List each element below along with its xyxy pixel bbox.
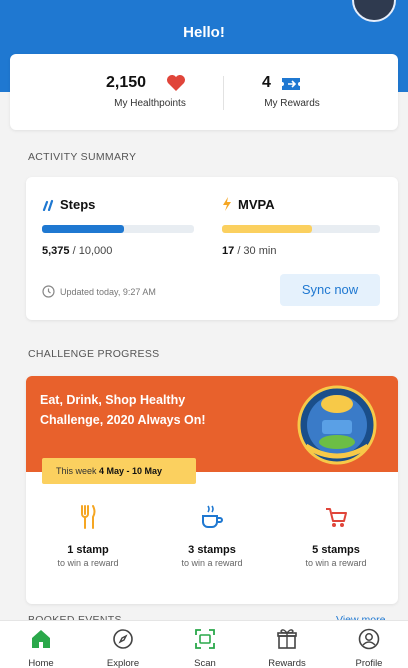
nav-label: Scan <box>194 658 216 668</box>
stamp-subtext: to win a reward <box>57 558 119 568</box>
nav-label: Explore <box>106 658 140 668</box>
heart-icon <box>167 75 185 91</box>
nav-label: Rewards <box>268 658 306 668</box>
week-label: This week <box>56 466 97 476</box>
healthpoints-rewards-card: 2,150 My Healthpoints 4 My Rewards <box>10 54 398 130</box>
challenge-title: Eat, Drink, Shop Healthy Challenge, 2020… <box>40 393 206 427</box>
challenge-logo <box>297 385 377 465</box>
challenge-section-title: CHALLENGE PROGRESS <box>28 348 160 360</box>
nav-scan[interactable]: Scan <box>164 621 246 668</box>
stamp-count: 3 stamps <box>188 544 236 556</box>
week-range-pill: This week 4 May - 10 May <box>42 458 196 484</box>
healthpoints-label: My Healthpoints <box>114 98 186 109</box>
challenge-card[interactable]: Eat, Drink, Shop Healthy Challenge, 2020… <box>26 376 398 604</box>
compass-icon <box>113 629 133 649</box>
lightning-icon <box>223 197 231 211</box>
steps-value: 5,375 / 10,000 <box>42 245 113 257</box>
nav-label: Profile <box>355 658 383 668</box>
clock-icon <box>42 285 55 298</box>
home-icon <box>32 630 50 648</box>
steps-icon <box>42 199 54 211</box>
rewards-summary[interactable]: 4 My Rewards <box>204 54 398 130</box>
mvpa-progress-fill <box>222 225 312 233</box>
profile-icon <box>358 628 380 650</box>
week-range: 4 May - 10 May <box>99 466 163 476</box>
cup-icon <box>202 505 223 528</box>
scan-icon <box>195 629 215 649</box>
activity-section-title: ACTIVITY SUMMARY <box>28 151 137 163</box>
mvpa-value: 17 / 30 min <box>222 245 277 257</box>
nav-label: Home <box>28 658 54 668</box>
avatar[interactable] <box>352 0 396 22</box>
stamp-subtext: to win a reward <box>181 558 243 568</box>
sync-now-button[interactable]: Sync now <box>280 274 380 306</box>
mvpa-title: MVPA <box>238 197 275 212</box>
bottom-navigation: Home Explore Scan Rewards Profile <box>0 620 408 668</box>
rewards-value: 4 <box>262 74 271 91</box>
fork-knife-icon <box>81 505 96 529</box>
nav-rewards[interactable]: Rewards <box>246 621 328 668</box>
stamp-goal-2: 3 stamps to win a reward <box>150 504 274 568</box>
stamp-count: 5 stamps <box>312 544 360 556</box>
mvpa-progress-bar <box>222 225 380 233</box>
healthpoints-summary[interactable]: 2,150 My Healthpoints <box>10 54 204 130</box>
ticket-icon <box>282 78 300 90</box>
healthpoints-value: 2,150 <box>106 74 147 91</box>
steps-progress-bar <box>42 225 194 233</box>
gift-icon <box>277 629 297 649</box>
cart-icon <box>326 508 347 527</box>
nav-explore[interactable]: Explore <box>82 621 164 668</box>
nav-profile[interactable]: Profile <box>328 621 408 668</box>
stamp-goal-1: 1 stamp to win a reward <box>26 504 150 568</box>
greeting-title: Hello! <box>183 24 225 41</box>
stamp-subtext: to win a reward <box>305 558 367 568</box>
steps-progress-fill <box>42 225 124 233</box>
stamp-goal-3: 5 stamps to win a reward <box>274 504 398 568</box>
rewards-label: My Rewards <box>264 98 320 109</box>
stamp-count: 1 stamp <box>67 544 109 556</box>
steps-title: Steps <box>60 197 96 212</box>
nav-home[interactable]: Home <box>0 621 82 668</box>
updated-timestamp: Updated today, 9:27 AM <box>60 287 156 297</box>
activity-summary-card: Steps 5,375 / 10,000 MVPA 17 / 30 min Up… <box>26 177 398 320</box>
